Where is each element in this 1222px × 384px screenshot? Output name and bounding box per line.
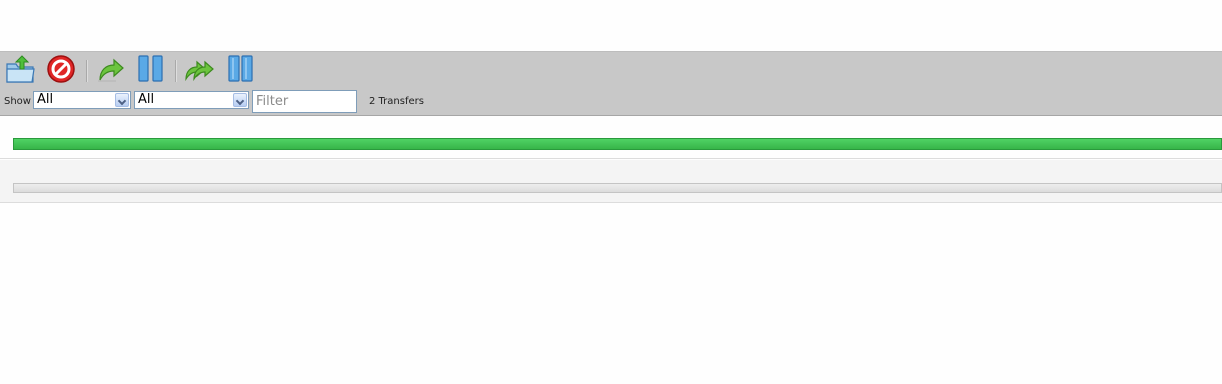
redo-arrow-icon (98, 58, 124, 82)
add-transfer-button[interactable] (4, 52, 38, 86)
progress-bar (13, 138, 1222, 150)
type-filter-select[interactable]: All (134, 91, 249, 109)
progress-bar-fill (14, 139, 1221, 149)
show-label: Show (4, 96, 31, 107)
pause-button[interactable] (134, 52, 168, 86)
transfer-row[interactable] (0, 116, 1222, 159)
chevron-down-icon[interactable] (115, 93, 129, 107)
status-filter-value: All (37, 92, 54, 107)
open-folder-upload-icon (6, 55, 35, 83)
transfer-count: 2 Transfers (369, 96, 424, 107)
chevron-down-icon[interactable] (233, 93, 247, 107)
filter-input[interactable] (252, 90, 357, 113)
toolbar-separator (175, 60, 177, 82)
transfer-row[interactable] (0, 160, 1222, 203)
double-redo-arrow-icon (185, 60, 214, 82)
pause-all-icon (228, 55, 253, 82)
filter-bar: Show All All 2 Transfers (0, 89, 1222, 116)
toolbar-separator (86, 60, 88, 82)
resume-button[interactable] (94, 52, 128, 86)
type-filter-value: All (138, 92, 155, 107)
resume-all-button[interactable] (183, 52, 217, 86)
progress-bar (13, 183, 1222, 193)
no-entry-icon (47, 55, 75, 83)
remove-transfer-button[interactable] (44, 52, 78, 86)
pause-all-button[interactable] (224, 52, 258, 86)
pause-icon (138, 55, 163, 82)
status-filter-select[interactable]: All (33, 91, 131, 109)
toolbar (0, 51, 1222, 89)
